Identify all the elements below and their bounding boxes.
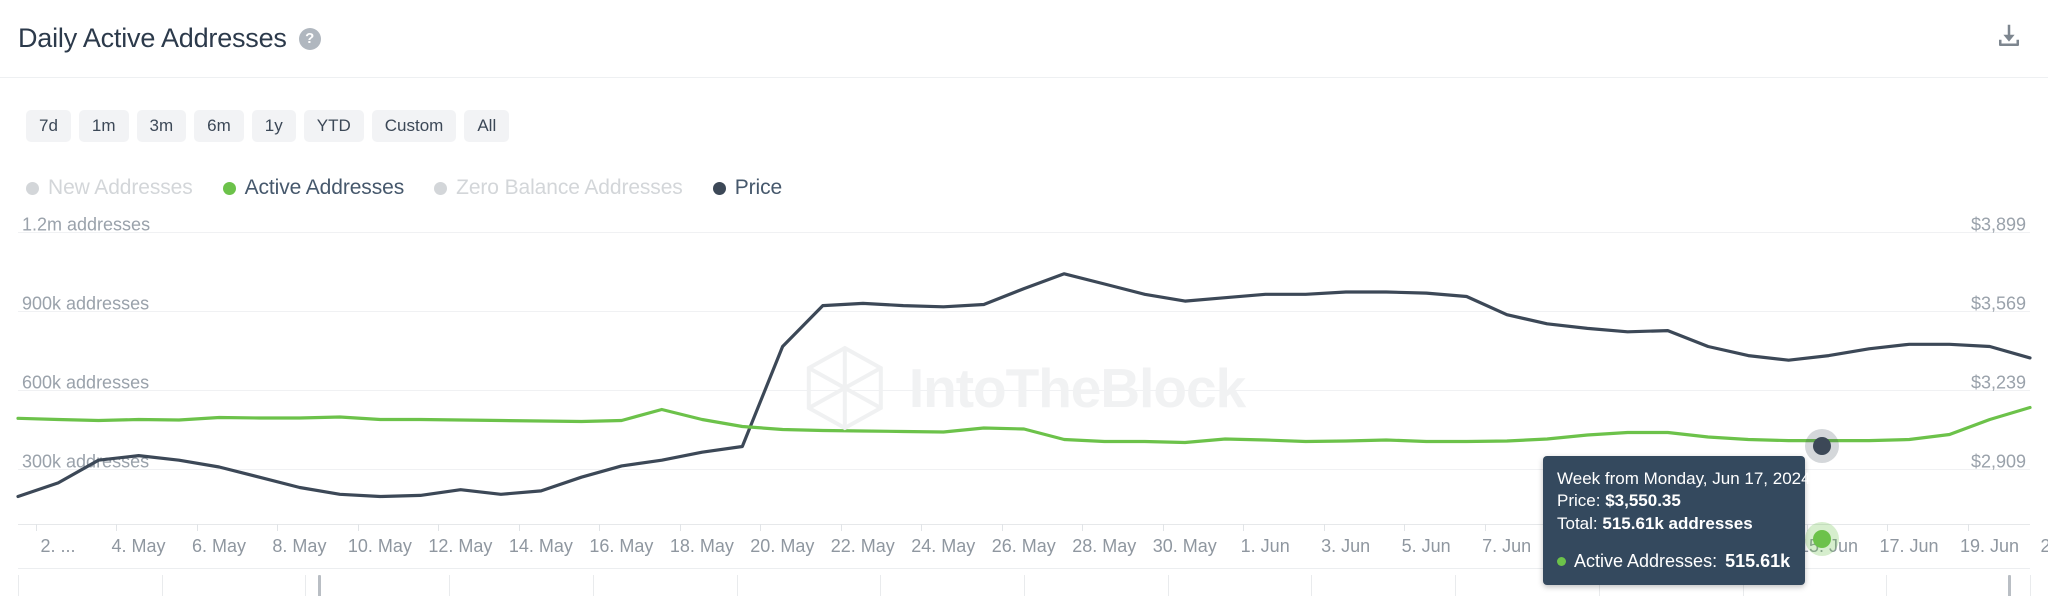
x-axis-tick-label: 7. Jun (1482, 536, 1532, 556)
x-axis-tick (1162, 524, 1164, 531)
x-axis-tick (679, 524, 681, 531)
x-axis-tick-label: 3. Jun (1321, 536, 1371, 556)
navigator-cell-divider (880, 575, 882, 596)
x-axis-tick (921, 524, 923, 531)
tooltip-total-value: 515.61k addresses (1602, 513, 1753, 533)
x-axis-tick-label: 18. May (669, 536, 734, 556)
x-axis-tick (357, 524, 359, 531)
range-button-6m[interactable]: 6m (194, 110, 244, 143)
card-header: Daily Active Addresses ? (0, 0, 2048, 78)
navigator-right-handle[interactable] (2008, 575, 2011, 596)
x-axis-tick-label: 14. May (508, 536, 573, 556)
navigator-cell-divider (305, 575, 307, 596)
legend-dot-new-addresses (26, 181, 39, 195)
x-axis-tick-label: 12. May (428, 536, 493, 556)
x-axis-tick (1967, 524, 1969, 531)
x-axis-tick-label: 22. May (830, 536, 895, 556)
x-axis-tick (599, 524, 601, 531)
tooltip-price-value: $3,550.35 (1605, 491, 1681, 511)
x-axis-tick (116, 524, 118, 531)
range-button-all[interactable]: All (464, 110, 510, 143)
page-title: Daily Active Addresses (18, 23, 287, 53)
range-button-1y[interactable]: 1y (251, 110, 296, 143)
x-axis-tick (196, 524, 198, 531)
x-axis-tick (518, 524, 520, 531)
legend-item-price[interactable]: Price (712, 176, 783, 200)
x-axis-tick-label: 20. May (750, 536, 815, 556)
legend-item-zero-balance-addresses[interactable]: Zero Balance Addresses (434, 176, 683, 200)
navigator-cell-divider (2030, 575, 2031, 596)
x-axis-tick-label: 16. May (589, 536, 654, 556)
legend-label-zero-balance-addresses: Zero Balance Addresses (456, 176, 683, 199)
range-button-ytd[interactable]: YTD (303, 110, 364, 143)
navigator-cell-divider (592, 575, 594, 596)
x-axis-tick (438, 524, 440, 531)
x-axis-tick (1887, 524, 1889, 531)
tooltip-series-row: Active Addresses: 515.61k (1557, 551, 1791, 572)
navigator-cell-divider (449, 575, 451, 596)
navigator-cell-divider (1886, 575, 1888, 596)
chart-legend: New Addresses Active Addresses Zero Bala… (26, 176, 782, 200)
x-axis-tick-label: 5. Jun (1401, 536, 1451, 556)
x-axis-tick-label: 8. May (272, 536, 327, 556)
legend-label-active-addresses: Active Addresses (244, 176, 405, 199)
tooltip-series-dot (1557, 557, 1566, 567)
navigator-cell-divider (1167, 575, 1169, 596)
x-axis-tick (1243, 524, 1245, 531)
x-axis-tick (1001, 524, 1003, 531)
navigator-cell-divider (1455, 575, 1457, 596)
x-axis-tick-label: 21. Jun (2040, 536, 2048, 556)
legend-label-new-addresses: New Addresses (48, 176, 193, 199)
tooltip-date: Week from Monday, Jun 17, 2024 (1557, 469, 1811, 488)
daily-active-addresses-chart-card: Daily Active Addresses ? 7d 1m 3m 6m 1y … (0, 0, 2048, 596)
x-axis-tick-label: 2. ... (40, 536, 76, 556)
x-axis-tick-label: 30. May (1152, 536, 1217, 556)
tooltip-total-label: Total: (1557, 513, 1598, 533)
question-mark-icon[interactable]: ? (298, 27, 321, 50)
legend-item-active-addresses[interactable]: Active Addresses (222, 176, 405, 200)
x-axis-tick (277, 524, 279, 531)
legend-item-new-addresses[interactable]: New Addresses (26, 176, 193, 200)
navigator-cell-divider (1311, 575, 1313, 596)
legend-dot-price (712, 181, 726, 195)
x-axis-tick (1082, 524, 1084, 531)
x-axis-tick-label: 17. Jun (1879, 536, 1939, 556)
navigator-cell-divider (1024, 575, 1025, 596)
legend-dot-active-addresses (222, 181, 236, 195)
range-button-3m[interactable]: 3m (136, 110, 187, 143)
x-axis-tick-label: 19. Jun (1959, 536, 2020, 556)
range-button-custom[interactable]: Custom (371, 110, 457, 143)
x-axis-tick-label: 1. Jun (1240, 536, 1290, 556)
active-marker-dot (1813, 530, 1831, 548)
navigator-left-handle[interactable] (318, 575, 321, 596)
x-axis-tick-label: 6. May (191, 536, 246, 556)
legend-dot-zero-balance-addresses (434, 181, 448, 195)
x-axis-tick (1484, 524, 1486, 531)
legend-label-price: Price (734, 176, 783, 199)
x-axis-tick-label: 4. May (111, 536, 166, 556)
x-axis-tick-label: 26. May (991, 536, 1056, 556)
x-axis-tick (36, 524, 37, 531)
x-axis-tick-label: 24. May (911, 536, 976, 556)
x-axis-tick (1323, 524, 1325, 531)
navigator-cell-divider (18, 575, 19, 596)
tooltip-price-row: Price: $3,550.35 (1557, 490, 1791, 512)
download-icon[interactable] (1994, 21, 2024, 56)
time-range-button-group[interactable]: 7d 1m 3m 6m 1y YTD Custom All (26, 110, 510, 143)
x-axis-tick (1404, 524, 1406, 531)
navigator-cell-divider (736, 575, 738, 596)
price-marker-dot (1813, 437, 1831, 455)
tooltip-price-label: Price: (1557, 491, 1601, 511)
tooltip-total-row: Total: 515.61k addresses (1557, 513, 1791, 535)
tooltip-series-value: 515.61k (1725, 551, 1791, 572)
x-axis-tick (760, 524, 762, 531)
x-axis-tick (840, 524, 842, 531)
tooltip-series-label: Active Addresses: (1574, 551, 1718, 572)
x-axis-tick-label: 28. May (1072, 536, 1137, 556)
chart-tooltip: Week from Monday, Jun 17, 2024 Price: $3… (1543, 456, 1811, 586)
range-button-1m[interactable]: 1m (78, 110, 129, 143)
navigator-cell-divider (161, 575, 163, 596)
x-axis-tick-label: 10. May (347, 536, 412, 556)
range-button-7d[interactable]: 7d (26, 110, 71, 143)
